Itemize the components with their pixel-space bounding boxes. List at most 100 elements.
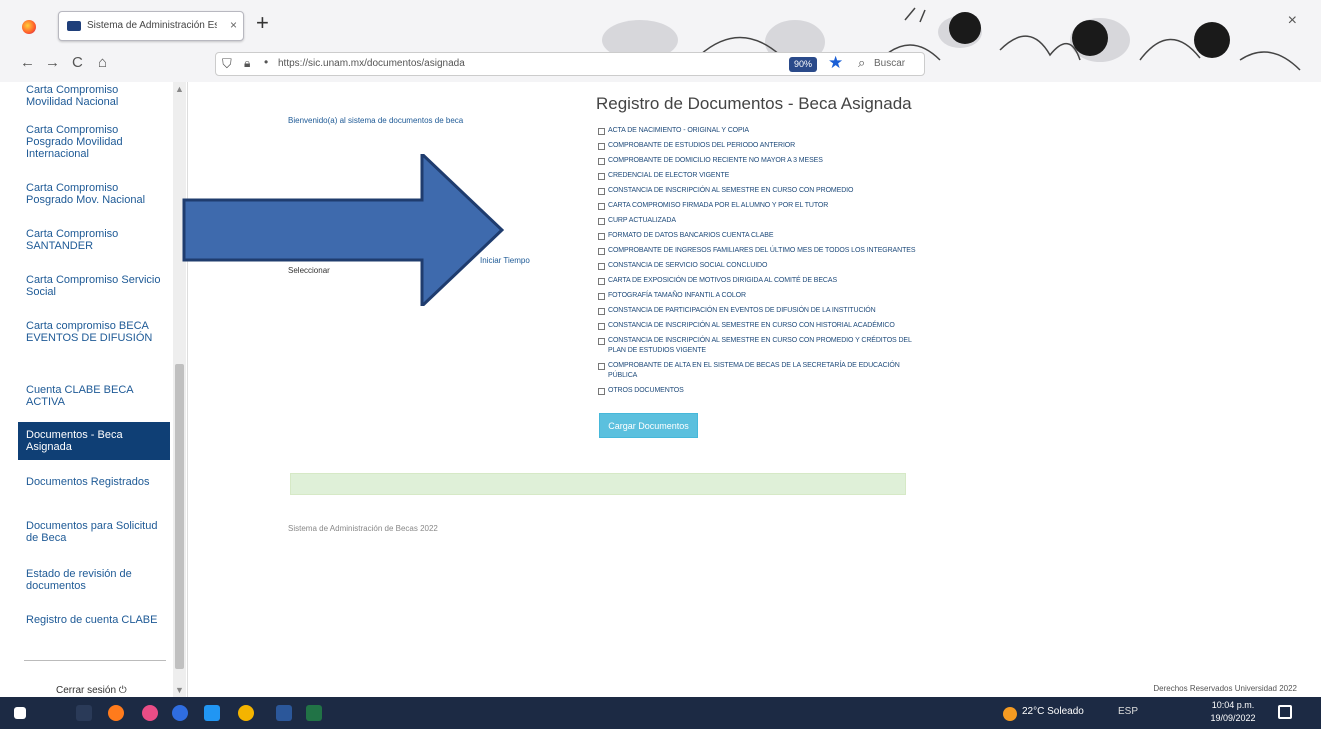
sidebar-item[interactable]: Carta Compromiso Posgrado Mov. Nacional	[26, 182, 166, 206]
document-checkbox-row[interactable]: CURP ACTUALIZADA	[598, 216, 918, 226]
document-checkbox-row[interactable]: COMPROBANTE DE DOMICILIO RECIENTE NO MAY…	[598, 156, 918, 166]
document-checkbox-row[interactable]: CONSTANCIA DE SERVICIO SOCIAL CONCLUIDO	[598, 261, 918, 271]
address-bar[interactable]: ⛉ 🔒︎ • https://sic.unam.mx/documentos/as…	[215, 52, 925, 76]
document-checkbox-row[interactable]: CONSTANCIA DE PARTICIPACIÓN EN EVENTOS D…	[598, 306, 918, 316]
checkbox[interactable]	[598, 363, 605, 370]
checkbox[interactable]	[598, 308, 605, 315]
sidebar-item[interactable]: Carta Compromiso Servicio Social	[26, 274, 166, 298]
tab-close-icon[interactable]: ×	[230, 18, 237, 32]
checkbox-label: CURP ACTUALIZADA	[608, 217, 676, 224]
back-arrow-icon[interactable]: ←	[20, 54, 35, 71]
sidebar-item[interactable]: Carta Compromiso SANTANDER	[26, 228, 166, 252]
weather-text[interactable]: 22°C Soleado	[1022, 706, 1084, 717]
checkbox[interactable]	[598, 158, 605, 165]
document-checkbox-row[interactable]: FOTOGRAFÍA TAMAÑO INFANTIL A COLOR	[598, 291, 918, 301]
sidebar-item[interactable]: Documentos Registrados	[26, 476, 166, 488]
navigation-toolbar: ← → C ⌂ ⛉ 🔒︎ • https://sic.unam.mx/docum…	[0, 44, 1321, 82]
sidebar-item[interactable]: Documentos para Solicitud de Beca	[26, 520, 166, 544]
checkbox[interactable]	[598, 248, 605, 255]
sidebar-item[interactable]: Carta compromiso BECA EVENTOS DE DIFUSIÓ…	[26, 320, 166, 344]
window-close-button[interactable]: ×	[1288, 12, 1297, 30]
zoom-level-badge[interactable]: 90%	[789, 57, 818, 72]
checkbox-label: COMPROBANTE DE DOMICILIO RECIENTE NO MAY…	[608, 157, 823, 164]
sidebar-scrollbar-thumb[interactable]	[175, 364, 184, 669]
checkbox[interactable]	[598, 143, 605, 150]
app-taskbar-icon[interactable]	[142, 705, 158, 721]
checkbox-label: OTROS DOCUMENTOS	[608, 387, 684, 394]
permissions-icon[interactable]: •	[264, 55, 268, 69]
checkbox-label: ACTA DE NACIMIENTO - ORIGINAL Y COPIA	[608, 127, 749, 134]
checkbox[interactable]	[598, 278, 605, 285]
checkbox[interactable]	[598, 388, 605, 395]
checkbox-label: CONSTANCIA DE INSCRIPCIÓN AL SEMESTRE EN…	[608, 322, 895, 329]
active-tab[interactable]: Sistema de Administración Es... ×	[58, 11, 244, 41]
chrome-taskbar-icon[interactable]	[238, 705, 254, 721]
success-alert-bar	[290, 473, 906, 495]
document-checkbox-row[interactable]: ACTA DE NACIMIENTO - ORIGINAL Y COPIA	[598, 126, 918, 136]
clock[interactable]: 10:04 p.m. 19/09/2022	[1204, 699, 1262, 725]
document-checkbox-row[interactable]: CONSTANCIA DE INSCRIPCIÓN AL SEMESTRE EN…	[598, 186, 918, 196]
checkbox[interactable]	[598, 233, 605, 240]
footer-text: Sistema de Administración de Becas 2022	[288, 524, 438, 533]
sidebar-item[interactable]: Carta Compromiso Posgrado Movilidad Inte…	[26, 124, 166, 160]
sidebar-item[interactable]: Carta Compromiso Movilidad Nacional	[26, 84, 166, 108]
scroll-up-icon[interactable]: ▲	[175, 84, 184, 94]
welcome-link[interactable]: Bienvenido(a) al sistema de documentos d…	[288, 116, 463, 125]
document-checkbox-row[interactable]: CONSTANCIA DE INSCRIPCIÓN AL SEMESTRE EN…	[598, 336, 918, 356]
page-title: Registro de Documentos - Beca Asignada	[596, 94, 912, 113]
tab-title: Sistema de Administración Es...	[87, 20, 217, 31]
bookmark-star-icon[interactable]: ★	[828, 53, 843, 73]
checkbox-label: CARTA COMPROMISO FIRMADA POR EL ALUMNO Y…	[608, 202, 829, 209]
word-taskbar-icon[interactable]	[276, 705, 292, 721]
scroll-down-icon[interactable]: ▼	[175, 685, 184, 695]
new-tab-button[interactable]: +	[256, 12, 269, 34]
lock-icon[interactable]: 🔒︎	[244, 56, 250, 71]
notification-icon[interactable]	[1278, 705, 1292, 719]
url-text[interactable]: https://sic.unam.mx/documentos/asignada	[278, 58, 465, 69]
checkbox-label: COMPROBANTE DE INGRESOS FAMILIARES DEL Ú…	[608, 247, 916, 254]
upload-documents-button[interactable]: Cargar Documentos	[599, 413, 698, 438]
document-checkbox-row[interactable]: CONSTANCIA DE INSCRIPCIÓN AL SEMESTRE EN…	[598, 321, 918, 331]
logout-link[interactable]: Cerrar sesión ⏻	[56, 685, 127, 696]
checkbox[interactable]	[598, 218, 605, 225]
document-checkbox-row[interactable]: CARTA COMPROMISO FIRMADA POR EL ALUMNO Y…	[598, 201, 918, 211]
home-icon[interactable]: ⌂	[98, 54, 107, 71]
sidebar-item-active[interactable]: Documentos - Beca Asignada	[18, 422, 170, 460]
checkbox[interactable]	[598, 173, 605, 180]
outlook-taskbar-icon[interactable]	[204, 705, 220, 721]
excel-taskbar-icon[interactable]	[306, 705, 322, 721]
checkbox-label: FOTOGRAFÍA TAMAÑO INFANTIL A COLOR	[608, 292, 746, 299]
checkbox[interactable]	[598, 323, 605, 330]
document-checkbox-row[interactable]: OTROS DOCUMENTOS	[598, 386, 918, 396]
checkbox-label: CONSTANCIA DE INSCRIPCIÓN AL SEMESTRE EN…	[608, 337, 912, 354]
sidebar-item[interactable]: Estado de revisión de documentos	[26, 568, 166, 592]
document-checkbox-row[interactable]: CREDENCIAL DE ELECTOR VIGENTE	[598, 171, 918, 181]
system-tray[interactable]: ESP	[1118, 706, 1138, 717]
checkbox[interactable]	[598, 293, 605, 300]
forward-arrow-icon[interactable]: →	[45, 54, 60, 71]
edge-taskbar-icon[interactable]	[172, 705, 188, 721]
document-checkbox-row[interactable]: COMPROBANTE DE ESTUDIOS DEL PERIODO ANTE…	[598, 141, 918, 151]
checkbox[interactable]	[598, 203, 605, 210]
sidebar-item[interactable]: Registro de cuenta CLABE	[26, 614, 166, 626]
document-checkbox-row[interactable]: CARTA DE EXPOSICIÓN DE MOTIVOS DIRIGIDA …	[598, 276, 918, 286]
tracking-shield-icon[interactable]: ⛉	[222, 56, 232, 72]
document-checkbox-row[interactable]: COMPROBANTE DE INGRESOS FAMILIARES DEL Ú…	[598, 246, 918, 256]
checkbox[interactable]	[598, 188, 605, 195]
start-icon[interactable]	[14, 707, 26, 719]
checkbox[interactable]	[598, 128, 605, 135]
sidebar-menu: Carta Compromiso Movilidad Nacional Cart…	[0, 82, 188, 697]
checkbox[interactable]	[598, 338, 605, 345]
firefox-taskbar-icon[interactable]	[108, 705, 124, 721]
reload-icon[interactable]: C	[72, 54, 83, 71]
document-checkbox-row[interactable]: COMPROBANTE DE ALTA EN EL SISTEMA DE BEC…	[598, 361, 918, 381]
checkbox-label: CREDENCIAL DE ELECTOR VIGENTE	[608, 172, 730, 179]
clock-time: 10:04 p.m.	[1211, 700, 1255, 710]
document-checkbox-row[interactable]: FORMATO DE DATOS BANCARIOS CUENTA CLABE	[598, 231, 918, 241]
main-content: Bienvenido(a) al sistema de documentos d…	[182, 82, 1321, 697]
task-view-icon[interactable]	[76, 705, 92, 721]
sidebar-item[interactable]: Cuenta CLABE BECA ACTIVA	[26, 384, 166, 408]
arrow-right-icon	[182, 154, 504, 306]
search-placeholder[interactable]: Buscar	[874, 58, 905, 69]
checkbox[interactable]	[598, 263, 605, 270]
